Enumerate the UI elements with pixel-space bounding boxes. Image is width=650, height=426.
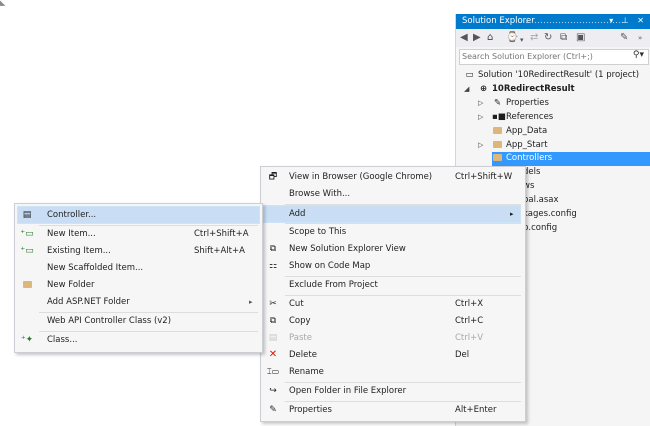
overflow-icon[interactable]: » (638, 32, 642, 44)
menu-item-new-solution-explorer-view[interactable]: ⧉ New Solution Explorer View (263, 241, 521, 257)
rename-icon: ⌶▭ (266, 367, 280, 376)
menu-item-paste[interactable]: ▤ Paste Ctrl+V (263, 330, 521, 346)
menu-item-controller[interactable]: ▤ Controller... (17, 206, 260, 224)
submenu-arrow-icon: ▸ (249, 298, 253, 306)
menu-item-new-folder[interactable]: New Folder (17, 277, 260, 293)
new-folder-icon (20, 277, 34, 293)
new-item-icon: ⁺▭ (20, 229, 34, 239)
open-folder-icon: ↪ (269, 386, 277, 396)
tree-node-references[interactable]: ▷ ▪■References (478, 111, 553, 125)
browser-icon: 🗗 (268, 172, 278, 182)
tree-node-web-config[interactable]: b.config (523, 222, 557, 236)
existing-item-icon: ⁺▭ (20, 246, 34, 256)
search-icon[interactable]: ⚲▾ (633, 50, 644, 60)
tree-node-solution[interactable]: ▭ Solution '10RedirectResult' (1 project) (464, 69, 639, 83)
menu-item-existing-item[interactable]: ⁺▭ Existing Item... Shift+Alt+A (17, 243, 260, 259)
menu-item-copy[interactable]: ⧉ Copy Ctrl+C (263, 313, 521, 329)
back-icon[interactable]: ◀ (460, 32, 468, 44)
tree-node-app-start[interactable]: ▷ App_Start (478, 139, 548, 153)
menu-item-rename[interactable]: ⌶▭ Rename (263, 364, 521, 380)
folder-icon (492, 152, 503, 165)
menu-item-open-folder[interactable]: ↪ Open Folder in File Explorer (263, 383, 521, 399)
controller-icon: ▤ (22, 210, 32, 220)
corner-glyph-icon: ◣ (0, 0, 6, 7)
tree-node-controllers[interactable]: Controllers (492, 152, 650, 166)
menu-item-class[interactable]: ⁺✦ Class... (17, 332, 260, 348)
tree-node-global-asax[interactable]: bal.asax (523, 194, 559, 208)
solution-explorer-titlebar: Solution Explorer ▾ ⊥ ✕ (456, 14, 650, 29)
references-icon: ▪■ (492, 112, 506, 122)
web-project-icon: ⊕ (479, 84, 488, 94)
dropdown-chevron-icon[interactable]: ▾ (520, 34, 524, 46)
tree-node-project[interactable]: ◢ ⊕ 10RedirectResult (464, 83, 575, 97)
refresh-icon[interactable]: ↻ (544, 32, 552, 44)
menu-item-new-item[interactable]: ⁺▭ New Item... Ctrl+Shift+A (17, 226, 260, 242)
solution-icon: ▭ (465, 70, 474, 80)
context-menu: 🗗 View in Browser (Google Chrome) Ctrl+S… (260, 166, 526, 422)
solution-explorer-search[interactable]: ⚲▾ (459, 49, 649, 65)
wrench-icon: ✎ (269, 405, 277, 415)
collapse-all-icon[interactable]: ⧉ (560, 32, 567, 44)
menu-item-exclude-from-project[interactable]: Exclude From Project (263, 277, 521, 293)
home-icon[interactable]: ⌂ (487, 32, 493, 44)
folder-icon (492, 139, 503, 152)
submenu-arrow-icon: ▸ (510, 210, 514, 218)
menu-item-add[interactable]: Add ▸ (263, 205, 521, 223)
solution-explorer-toolbar: ◀ ▶ ⌂ ⌚ ▾ ⇄ ↻ ⧉ ▣ ✎ » (456, 29, 650, 47)
new-view-icon: ⧉ (269, 244, 277, 254)
menu-item-delete[interactable]: ✕ Delete Del (263, 347, 521, 363)
delete-icon: ✕ (268, 349, 278, 360)
paste-icon: ▤ (268, 333, 278, 343)
menu-item-web-api-controller[interactable]: Web API Controller Class (v2) (17, 313, 260, 329)
copy-icon: ⧉ (269, 316, 277, 326)
menu-item-view-in-browser[interactable]: 🗗 View in Browser (Google Chrome) Ctrl+S… (263, 169, 521, 185)
wrench-icon: ✎ (493, 98, 502, 108)
show-all-files-icon[interactable]: ▣ (576, 32, 585, 44)
menu-item-browse-with[interactable]: Browse With... (263, 186, 521, 202)
collapse-arrow-icon[interactable]: ▷ (478, 111, 483, 124)
tree-node-packages-config[interactable]: kages.config (523, 208, 577, 222)
expand-arrow-icon[interactable]: ◢ (464, 83, 469, 96)
menu-item-cut[interactable]: ✂ Cut Ctrl+X (263, 296, 521, 312)
folder-icon (492, 125, 503, 138)
titlebar-buttons[interactable]: ▾ ⊥ ✕ (609, 16, 647, 25)
menu-item-show-on-code-map[interactable]: ⚏ Show on Code Map (263, 258, 521, 274)
menu-item-scope-to-this[interactable]: Scope to This (263, 224, 521, 240)
search-input[interactable] (462, 51, 622, 62)
solution-explorer-title: Solution Explorer (462, 16, 535, 26)
code-map-icon: ⚏ (268, 261, 278, 271)
sync-icon[interactable]: ⇄ (530, 32, 538, 44)
menu-item-properties[interactable]: ✎ Properties Alt+Enter (263, 402, 521, 418)
add-submenu: ▤ Controller... ⁺▭ New Item... Ctrl+Shif… (14, 203, 263, 353)
tree-node-properties[interactable]: ▷ ✎ Properties (478, 97, 549, 111)
class-icon: ⁺✦ (20, 335, 34, 345)
forward-icon[interactable]: ▶ (473, 32, 481, 44)
tree-node-app-data[interactable]: App_Data (492, 125, 547, 139)
collapse-arrow-icon[interactable]: ▷ (478, 139, 483, 152)
collapse-arrow-icon[interactable]: ▷ (478, 97, 483, 110)
menu-item-new-scaffolded-item[interactable]: New Scaffolded Item... (17, 260, 260, 276)
menu-item-add-aspnet-folder[interactable]: Add ASP.NET Folder ▸ (17, 294, 260, 310)
pending-changes-icon[interactable]: ⌚ (506, 32, 518, 44)
cut-icon: ✂ (269, 299, 277, 309)
properties-wrench-icon[interactable]: ✎ (620, 32, 628, 44)
